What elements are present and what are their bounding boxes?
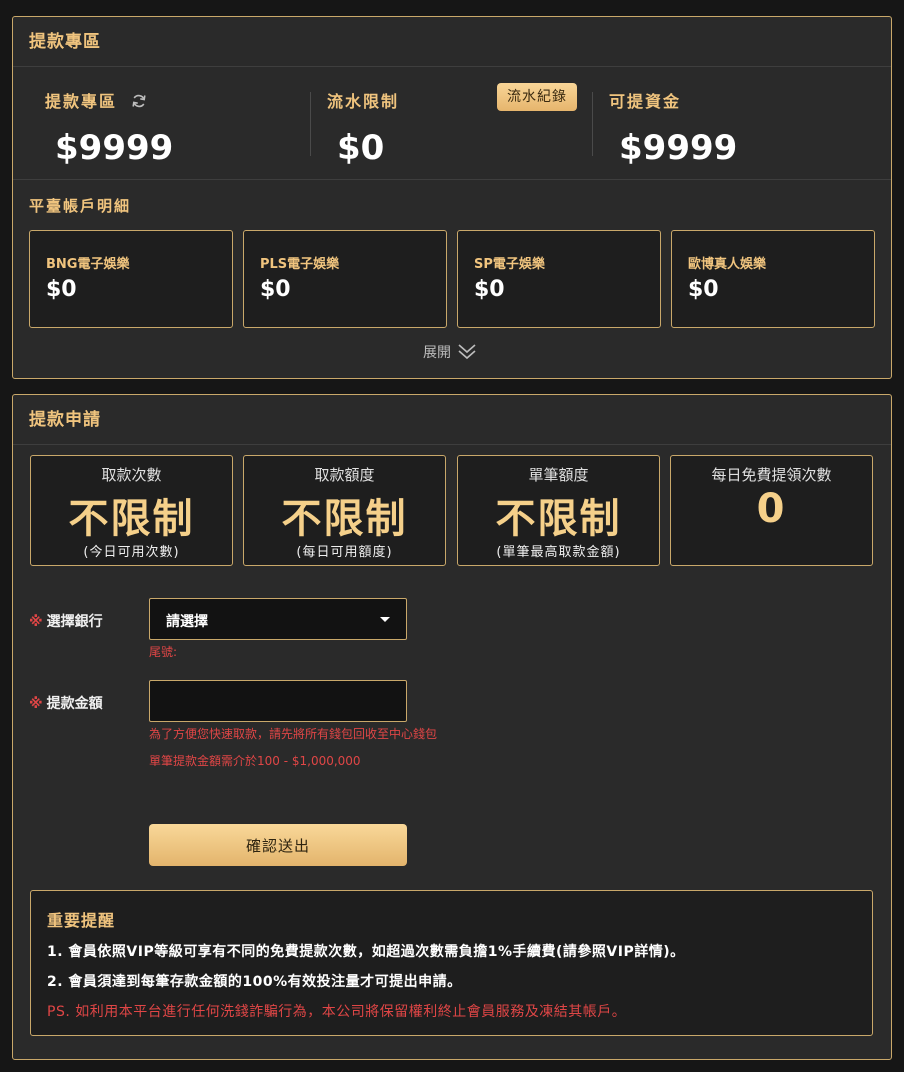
account-balance: $0 (474, 277, 505, 302)
required-mark: ※ (29, 696, 43, 712)
summary-available-funds: 可提資金 $9999 (609, 68, 879, 180)
account-balance: $0 (688, 277, 719, 302)
limit-note: (每日可用額度) (296, 545, 393, 560)
limit-card: 每日免費提領次數 0 (670, 455, 873, 566)
limit-value: 不限制 (281, 496, 408, 542)
account-card: BNG電子娛樂 $0 (29, 230, 233, 328)
limit-title: 單筆額度 (528, 466, 589, 484)
limit-note: (單筆最高取款金額) (496, 545, 621, 560)
panel-title: 提款申請 (13, 395, 891, 445)
double-chevron-down-icon (451, 344, 477, 361)
expand-label: 展開 (423, 345, 451, 361)
divider (310, 92, 311, 156)
account-card: PLS電子娛樂 $0 (243, 230, 447, 328)
limit-card: 單筆額度 不限制 (單筆最高取款金額) (457, 455, 660, 566)
expand-button[interactable]: 展開 (423, 342, 477, 362)
panel-title: 提款專區 (13, 17, 891, 67)
amount-input[interactable] (149, 680, 407, 722)
limit-title: 每日免費提領次數 (711, 466, 832, 484)
limit-title: 取款次數 (101, 466, 162, 484)
summary-label: 可提資金 (609, 92, 682, 111)
account-name: SP電子娛樂 (474, 257, 545, 272)
important-notice: 重要提醒 1. 會員依照VIP等級可享有不同的免費提款次數，如超過次數需負擔1%… (30, 890, 873, 1036)
limit-title: 取款額度 (314, 466, 375, 484)
withdraw-apply-panel: 提款申請 取款次數 不限制 (今日可用次數) 取款額度 不限制 (每日可用額度)… (12, 394, 892, 1060)
platform-accounts-title: 平臺帳戶明細 (29, 197, 132, 215)
amount-hint-range: 單筆提款金額需介於100 - $1,000,000 (149, 754, 361, 768)
turnover-record-button[interactable]: 流水紀錄 (497, 83, 577, 111)
caret-down-icon (380, 617, 390, 622)
bank-tail-hint: 尾號: (149, 645, 178, 659)
amount-label: ※ 提款金額 (29, 696, 103, 712)
account-name: BNG電子娛樂 (46, 257, 130, 272)
account-name: PLS電子娛樂 (260, 257, 340, 272)
notice-line: 2. 會員須達到每筆存款金額的100%有效投注量才可提出申請。 (47, 974, 462, 990)
account-card: 歐博真人娛樂 $0 (671, 230, 875, 328)
summary-value: $9999 (619, 128, 738, 168)
summary-value: $9999 (55, 128, 174, 168)
summary-label: 流水限制 (327, 92, 400, 111)
notice-warning: PS. 如利用本平台進行任何洗錢詐騙行為，本公司將保留權利終止會員服務及凍結其帳… (47, 1004, 627, 1020)
notice-line: 1. 會員依照VIP等級可享有不同的免費提款次數，如超過次數需負擔1%手續費(請… (47, 944, 685, 960)
withdraw-zone-panel: 提款專區 提款專區 $9999 流水限制 $0 流水紀錄 可提資金 $9999 … (12, 16, 892, 379)
refresh-icon[interactable] (131, 93, 147, 113)
divider (592, 92, 593, 156)
bank-label: ※ 選擇銀行 (29, 614, 103, 630)
required-mark: ※ (29, 614, 43, 630)
account-name: 歐博真人娛樂 (688, 257, 767, 272)
summary-value: $0 (337, 128, 385, 168)
account-balance: $0 (260, 277, 291, 302)
limit-value: 不限制 (495, 496, 622, 542)
bank-select[interactable]: 請選擇 (149, 598, 407, 640)
account-card: SP電子娛樂 $0 (457, 230, 661, 328)
submit-button[interactable]: 確認送出 (149, 824, 407, 866)
limit-card: 取款次數 不限制 (今日可用次數) (30, 455, 233, 566)
limit-card: 取款額度 不限制 (每日可用額度) (243, 455, 446, 566)
amount-hint-wallet: 為了方便您快速取款，請先將所有錢包回收至中心錢包 (149, 727, 438, 741)
bank-select-value: 請選擇 (166, 614, 208, 630)
notice-title: 重要提醒 (47, 911, 116, 930)
balance-summary: 提款專區 $9999 流水限制 $0 流水紀錄 可提資金 $9999 (13, 68, 891, 180)
limit-value: 0 (756, 486, 787, 532)
summary-label: 提款專區 (45, 88, 147, 113)
account-balance: $0 (46, 277, 77, 302)
summary-withdraw-zone: 提款專區 $9999 (45, 68, 315, 180)
limit-value: 不限制 (68, 496, 195, 542)
limit-note: (今日可用次數) (83, 545, 180, 560)
